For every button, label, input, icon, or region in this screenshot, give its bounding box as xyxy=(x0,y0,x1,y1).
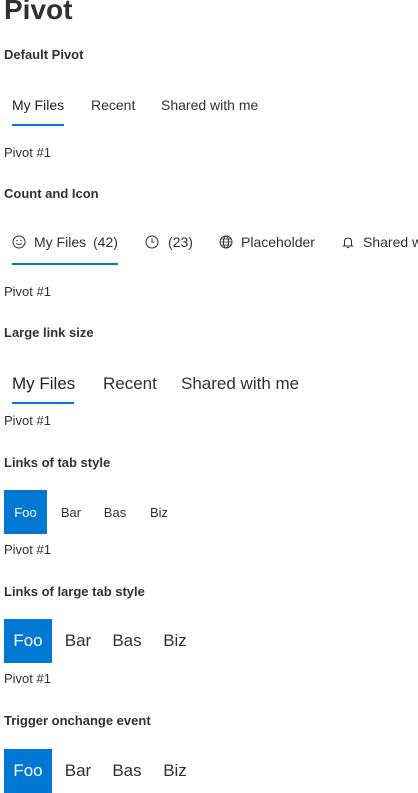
section-title-links-of-large-tab-style: Links of large tab style xyxy=(4,584,145,599)
section-title-large-link-size: Large link size xyxy=(4,325,94,340)
section-title-count-and-icon: Count and Icon xyxy=(4,186,99,201)
smiley-icon xyxy=(12,235,26,249)
pivot-content: Pivot #1 xyxy=(4,542,51,557)
page-title: Pivot xyxy=(4,0,73,25)
tab-biz[interactable]: Biz xyxy=(141,490,177,534)
tab-bas-onchange[interactable]: Bas xyxy=(108,749,146,793)
pivot-content: Pivot #1 xyxy=(4,284,51,299)
pivot-link-my-files[interactable]: My Files xyxy=(12,95,64,115)
selected-underline xyxy=(12,263,118,265)
bell-icon xyxy=(341,235,355,249)
pivot-link-placeholder[interactable]: Placeholder xyxy=(219,232,319,256)
pivot-content: Pivot #1 xyxy=(4,671,51,686)
section-title-trigger-onchange-event: Trigger onchange event xyxy=(4,713,151,728)
tab-foo-onchange[interactable]: Foo xyxy=(4,749,52,793)
pivot-link-shared-with-me-large[interactable]: Shared with me xyxy=(181,373,299,395)
page: Pivot Default Pivot My Files Recent Shar… xyxy=(0,0,418,793)
tab-foo[interactable]: Foo xyxy=(4,490,47,534)
link-count: (23) xyxy=(168,234,193,250)
tab-foo-large[interactable]: Foo xyxy=(4,619,52,663)
tab-biz-large[interactable]: Biz xyxy=(157,619,193,663)
selected-underline xyxy=(12,402,74,404)
tab-bas-large[interactable]: Bas xyxy=(108,619,146,663)
tab-bar[interactable]: Bar xyxy=(53,490,89,534)
pivot-link-recent-large[interactable]: Recent xyxy=(103,373,157,395)
selected-underline xyxy=(12,124,64,126)
tab-bar-onchange[interactable]: Bar xyxy=(60,749,96,793)
pivot-link-recent-count[interactable]: (23) xyxy=(145,232,195,256)
link-label: Shared with me xyxy=(363,234,418,250)
link-label: My Files xyxy=(34,234,87,250)
section-title-default-pivot: Default Pivot xyxy=(4,47,84,62)
pivot-link-shared-with-me[interactable]: Shared with me xyxy=(161,95,258,115)
pivot-link-recent[interactable]: Recent xyxy=(91,95,135,115)
pivot-link-my-files-large[interactable]: My Files xyxy=(12,373,75,395)
pivot-content: Pivot #1 xyxy=(4,413,51,428)
tab-bas[interactable]: Bas xyxy=(97,490,133,534)
tab-bar-large[interactable]: Bar xyxy=(60,619,96,663)
link-label: Placeholder xyxy=(241,234,315,250)
pivot-link-shared-with-me-icon[interactable]: Shared with me xyxy=(341,232,418,256)
section-title-links-of-tab-style: Links of tab style xyxy=(4,455,111,470)
link-count: (42) xyxy=(93,234,118,250)
clock-icon xyxy=(145,235,159,249)
tab-biz-onchange[interactable]: Biz xyxy=(157,749,193,793)
globe-icon xyxy=(219,235,233,249)
pivot-link-my-files-count[interactable]: My Files (42) xyxy=(12,232,118,256)
pivot-content: Pivot #1 xyxy=(4,145,51,160)
